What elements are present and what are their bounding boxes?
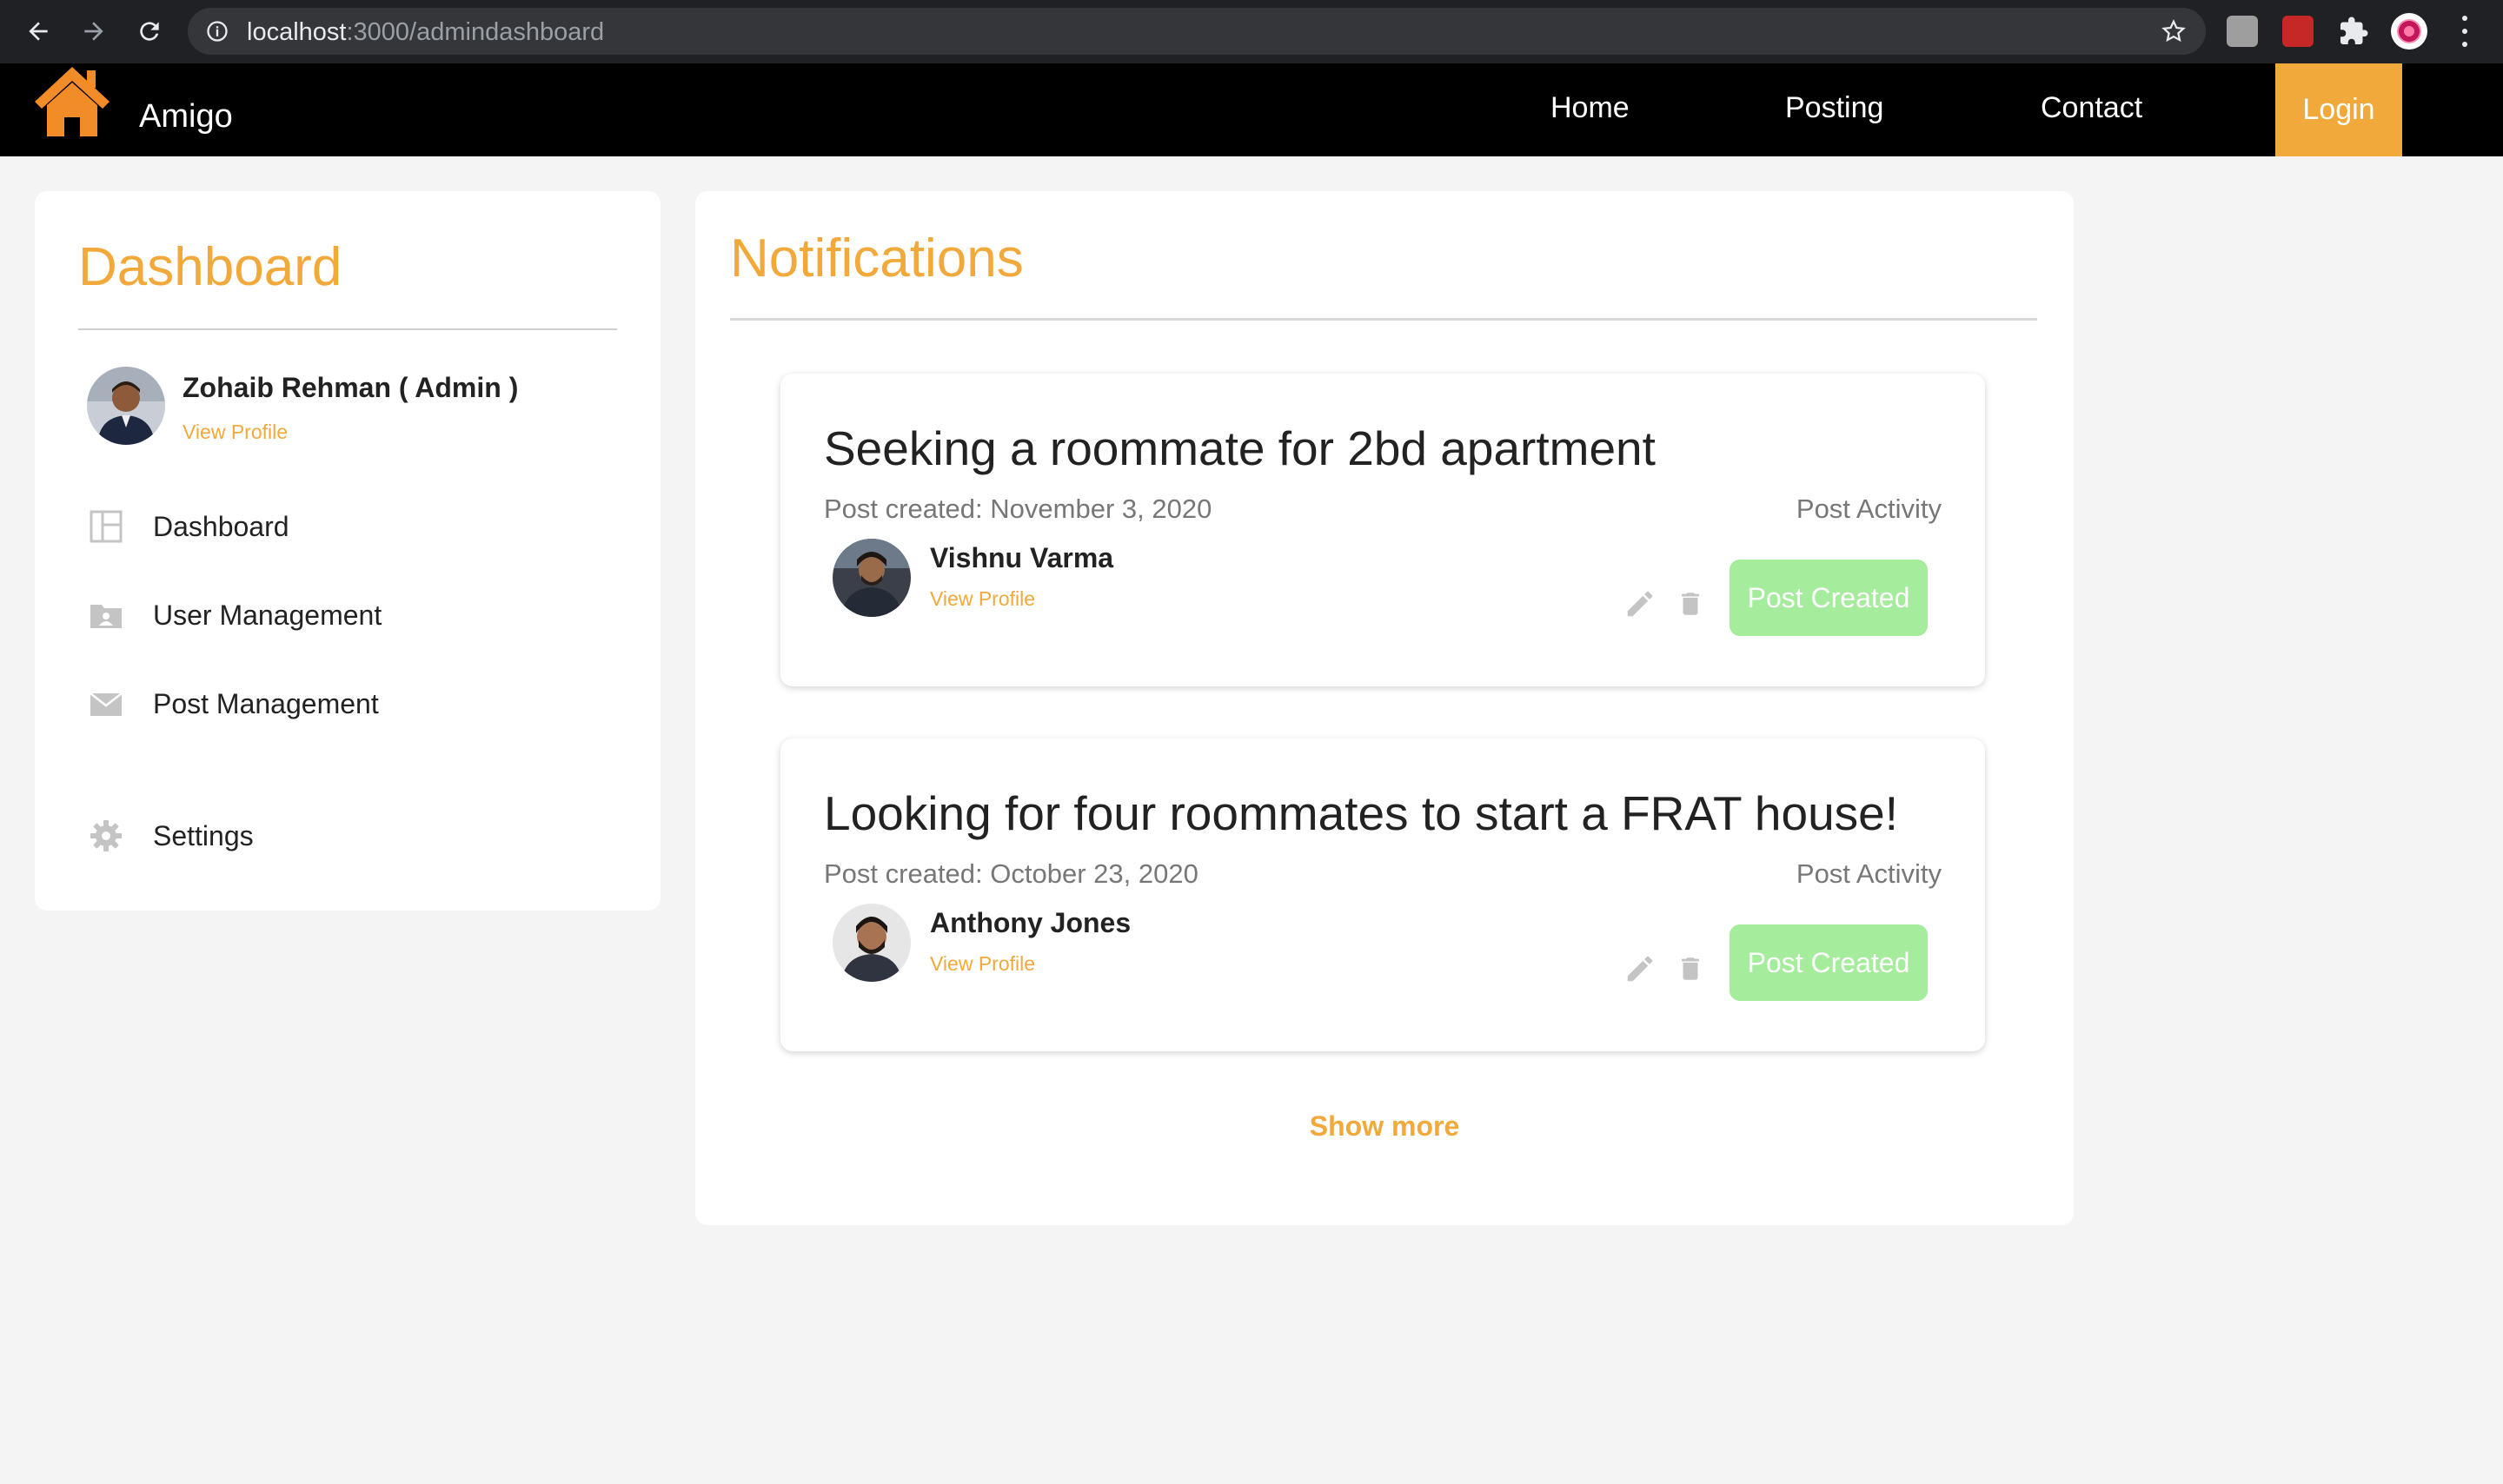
chrome-menu-icon[interactable]: [2456, 16, 2473, 47]
divider: [78, 328, 617, 330]
post-date: Post created: October 23, 2020: [824, 858, 1198, 889]
sidebar-item-user-management[interactable]: User Management: [87, 589, 608, 641]
divider: [730, 318, 2037, 321]
bookmark-star-icon[interactable]: [2161, 18, 2187, 44]
chrome-profile-avatar[interactable]: [2391, 13, 2427, 50]
extension-icon[interactable]: [2227, 16, 2258, 47]
nav-link-contact[interactable]: Contact: [2041, 91, 2142, 125]
view-profile-link[interactable]: View Profile: [930, 952, 1035, 976]
house-logo-icon[interactable]: [31, 63, 113, 136]
nav-link-home[interactable]: Home: [1550, 91, 1630, 125]
site-info-icon[interactable]: [205, 19, 229, 43]
notifications-title: Notifications: [730, 229, 1024, 288]
sidebar: Dashboard Zohaib Rehman ( Admin ) View P…: [35, 191, 661, 911]
dashboard-icon: [87, 507, 125, 546]
user-name: Anthony Jones: [930, 907, 1132, 938]
edit-pencil-icon[interactable]: [1623, 952, 1656, 985]
post-activity-label: Post Activity: [1796, 494, 1942, 524]
gear-icon: [87, 817, 125, 855]
notification-card: Seeking a roommate for 2bd apartment Pos…: [780, 374, 1985, 686]
show-more-link[interactable]: Show more: [695, 1110, 2074, 1143]
post-date: Post created: November 3, 2020: [824, 494, 1212, 524]
delete-trash-icon[interactable]: [1676, 587, 1705, 620]
notifications-panel: Notifications Seeking a roommate for 2bd…: [695, 191, 2074, 1225]
extension-icon[interactable]: [2282, 16, 2314, 47]
envelope-icon: [87, 685, 125, 723]
post-title[interactable]: Looking for four roommates to start a FR…: [824, 785, 1898, 841]
puzzle-extensions-icon[interactable]: [2338, 16, 2369, 47]
forward-arrow-icon[interactable]: [75, 12, 113, 50]
sidebar-item-label: Post Management: [153, 687, 379, 719]
post-status-button[interactable]: Post Created: [1730, 924, 1928, 1001]
admin-avatar[interactable]: [87, 367, 165, 445]
post-status-button[interactable]: Post Created: [1730, 560, 1928, 636]
login-button[interactable]: Login: [2275, 63, 2402, 156]
view-profile-link[interactable]: View Profile: [930, 587, 1035, 611]
delete-trash-icon[interactable]: [1676, 952, 1705, 985]
sidebar-item-dashboard[interactable]: Dashboard: [87, 500, 608, 553]
edit-pencil-icon[interactable]: [1623, 587, 1656, 620]
notification-card: Looking for four roommates to start a FR…: [780, 739, 1985, 1051]
brand-name[interactable]: Amigo: [139, 98, 233, 136]
user-folder-icon: [87, 596, 125, 634]
sidebar-item-post-management[interactable]: Post Management: [87, 678, 608, 730]
url-text: localhost:3000/admindashboard: [247, 18, 604, 47]
navbar: Amigo Home Posting Contact Login: [0, 63, 2503, 156]
user-name: Vishnu Varma: [930, 542, 1114, 573]
sidebar-item-label: Settings: [153, 819, 254, 851]
url-path: :3000/admindashboard: [346, 18, 605, 46]
back-arrow-icon[interactable]: [19, 12, 57, 50]
post-title[interactable]: Seeking a roommate for 2bd apartment: [824, 421, 1656, 476]
nav-link-posting[interactable]: Posting: [1785, 91, 1883, 125]
sidebar-item-label: Dashboard: [153, 510, 289, 542]
admin-name: Zohaib Rehman ( Admin ): [183, 372, 519, 403]
address-bar[interactable]: localhost:3000/admindashboard: [188, 8, 2206, 55]
browser-chrome: localhost:3000/admindashboard: [0, 0, 2503, 63]
sidebar-item-label: User Management: [153, 599, 382, 631]
view-profile-link[interactable]: View Profile: [183, 421, 288, 444]
post-activity-label: Post Activity: [1796, 858, 1942, 889]
user-avatar[interactable]: [833, 904, 911, 982]
url-host: localhost: [247, 18, 347, 46]
user-avatar[interactable]: [833, 539, 911, 617]
sidebar-item-settings[interactable]: Settings: [87, 810, 608, 862]
reload-icon[interactable]: [130, 12, 169, 50]
sidebar-title: Dashboard: [78, 237, 342, 297]
